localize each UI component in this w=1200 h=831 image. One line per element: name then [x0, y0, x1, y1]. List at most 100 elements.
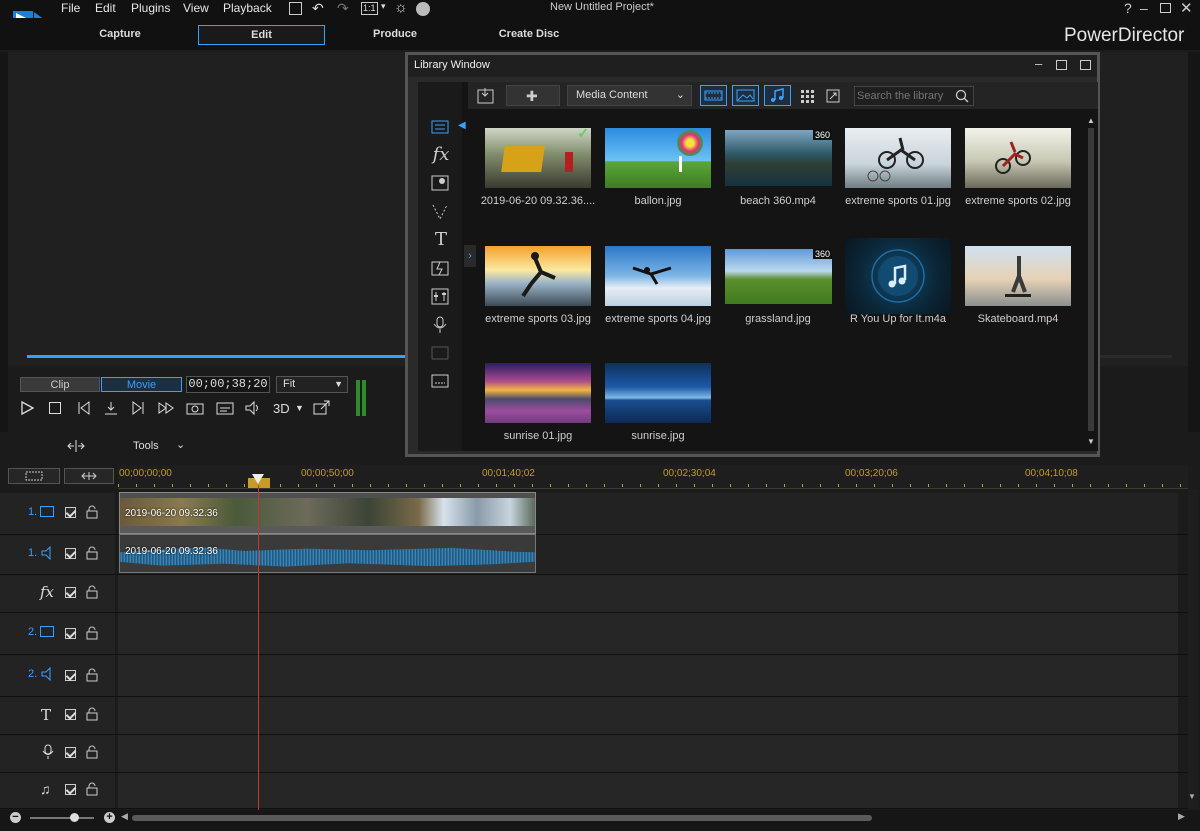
- tools-menu-label[interactable]: Tools: [133, 440, 159, 452]
- media-tile-skateboard[interactable]: [965, 246, 1071, 306]
- timecode-display[interactable]: 00;00;38;20: [186, 376, 270, 393]
- expand-panel-icon[interactable]: ›: [464, 245, 476, 267]
- filter-image-button[interactable]: [732, 85, 759, 106]
- timeline-scrollbar-thumb[interactable]: [132, 815, 872, 821]
- notification-bell-icon[interactable]: [416, 2, 430, 16]
- lock-icon[interactable]: [86, 707, 98, 721]
- media-tile-extreme-sports-04[interactable]: [605, 246, 711, 306]
- video-clip[interactable]: 2019-06-20 09.32.36: [119, 492, 536, 534]
- help-icon[interactable]: ?: [1124, 0, 1132, 16]
- audio-mixing-room-icon[interactable]: [430, 286, 452, 308]
- library-search-field[interactable]: [854, 86, 974, 106]
- library-search-input[interactable]: [857, 89, 952, 103]
- zoom-ratio-button[interactable]: 1:1: [361, 2, 378, 15]
- media-tile-grassland[interactable]: 360: [725, 249, 832, 304]
- movie-mode-button[interactable]: Movie: [101, 377, 182, 392]
- subtitle-icon[interactable]: [216, 400, 234, 416]
- menu-edit[interactable]: Edit: [95, 1, 116, 15]
- filter-audio-button[interactable]: [764, 85, 791, 106]
- track-body[interactable]: [118, 773, 1178, 808]
- track-body[interactable]: [118, 613, 1178, 654]
- media-content-select[interactable]: Media Content ⌄: [567, 85, 692, 106]
- close-icon[interactable]: ✕: [1180, 0, 1193, 17]
- play-icon[interactable]: [20, 400, 34, 416]
- menu-view[interactable]: View: [183, 1, 209, 15]
- menu-playback[interactable]: Playback: [223, 1, 272, 15]
- media-tile-2019-06-20[interactable]: ✓: [485, 125, 591, 188]
- library-scrollbar-thumb[interactable]: [1088, 128, 1094, 431]
- media-tile-sunrise[interactable]: [605, 363, 711, 423]
- tab-capture[interactable]: Capture: [80, 25, 160, 45]
- track-enable-checkbox[interactable]: [65, 747, 76, 758]
- title-room-icon[interactable]: T: [430, 229, 452, 251]
- tools-chevron-icon[interactable]: ⌄: [176, 438, 185, 451]
- plugins-button[interactable]: ✚: [506, 85, 560, 106]
- effects-room-icon[interactable]: fx: [430, 144, 452, 166]
- 3d-mode-button[interactable]: 3D: [273, 401, 290, 416]
- library-maximize-icon[interactable]: [1056, 60, 1067, 70]
- tab-produce[interactable]: Produce: [355, 25, 435, 45]
- fit-timeline-icon[interactable]: [66, 438, 86, 454]
- media-tile-extreme-sports-03[interactable]: [485, 246, 591, 306]
- menu-file[interactable]: File: [61, 1, 80, 15]
- media-tile-r-you-up-for-it[interactable]: [845, 238, 951, 314]
- media-tile-ballon[interactable]: [605, 128, 711, 188]
- grid-view-icon[interactable]: [800, 89, 814, 103]
- vscroll-down-icon[interactable]: ▼: [1188, 792, 1196, 801]
- scroll-up-icon[interactable]: ▲: [1087, 116, 1095, 125]
- zoom-out-icon[interactable]: −: [10, 812, 21, 823]
- lock-icon[interactable]: [86, 782, 98, 796]
- track-enable-checkbox[interactable]: [65, 784, 76, 795]
- media-tile-sunrise-01[interactable]: [485, 363, 591, 423]
- import-media-icon[interactable]: [476, 87, 496, 105]
- library-minimize-icon[interactable]: –: [1035, 56, 1042, 71]
- redo-icon[interactable]: ↷: [337, 0, 349, 17]
- track-enable-checkbox[interactable]: [65, 507, 76, 518]
- lock-icon[interactable]: [86, 585, 98, 599]
- minimize-icon[interactable]: –: [1140, 0, 1148, 16]
- maximize-icon[interactable]: [1160, 3, 1171, 13]
- zoom-dropdown-icon[interactable]: ▾: [381, 1, 386, 12]
- expand-library-icon[interactable]: [826, 89, 840, 103]
- track-enable-checkbox[interactable]: [65, 670, 76, 681]
- playback-progress[interactable]: [27, 355, 407, 358]
- stop-icon[interactable]: [49, 402, 61, 414]
- undo-icon[interactable]: ↶: [312, 0, 324, 17]
- timeline-vscrollbar[interactable]: [1188, 489, 1198, 809]
- track-body[interactable]: [118, 697, 1178, 734]
- fit-select[interactable]: Fit ▼: [276, 376, 348, 393]
- previous-frame-icon[interactable]: [76, 400, 92, 416]
- track-enable-checkbox[interactable]: [65, 587, 76, 598]
- 3d-dropdown-icon[interactable]: ▼: [295, 403, 304, 413]
- media-tile-extreme-sports-02[interactable]: [965, 128, 1071, 188]
- undock-preview-icon[interactable]: [313, 400, 331, 416]
- scroll-left-icon[interactable]: ◀: [121, 811, 128, 822]
- transition-room-icon[interactable]: [430, 258, 452, 280]
- snapshot-camera-icon[interactable]: [186, 400, 204, 416]
- zoom-slider-thumb[interactable]: [70, 813, 79, 822]
- track-body[interactable]: [118, 575, 1178, 612]
- audio-clip[interactable]: 2019-06-20 09.32.36: [119, 534, 536, 573]
- save-icon[interactable]: [289, 2, 302, 15]
- fast-forward-icon[interactable]: [157, 400, 175, 416]
- clip-mode-button[interactable]: Clip: [20, 377, 100, 392]
- search-icon[interactable]: [955, 89, 969, 103]
- track-enable-checkbox[interactable]: [65, 709, 76, 720]
- voice-over-room-icon[interactable]: [430, 315, 452, 337]
- menu-plugins[interactable]: Plugins: [131, 1, 170, 15]
- library-dock-icon[interactable]: [1080, 60, 1091, 70]
- track-manager-button[interactable]: [8, 468, 60, 484]
- media-tile-beach-360[interactable]: 360: [725, 130, 832, 186]
- scroll-right-icon[interactable]: ▶: [1178, 811, 1185, 822]
- media-tile-extreme-sports-01[interactable]: [845, 128, 951, 188]
- lock-icon[interactable]: [86, 745, 98, 759]
- lock-icon[interactable]: [86, 668, 98, 682]
- zoom-slider-track[interactable]: [30, 817, 94, 819]
- next-frame-icon[interactable]: [130, 400, 146, 416]
- track-enable-checkbox[interactable]: [65, 548, 76, 559]
- marker-button[interactable]: [64, 468, 114, 484]
- filter-video-button[interactable]: [700, 85, 727, 106]
- zoom-in-icon[interactable]: +: [104, 812, 115, 823]
- particle-room-icon[interactable]: [430, 201, 452, 223]
- media-room-icon[interactable]: [430, 117, 452, 139]
